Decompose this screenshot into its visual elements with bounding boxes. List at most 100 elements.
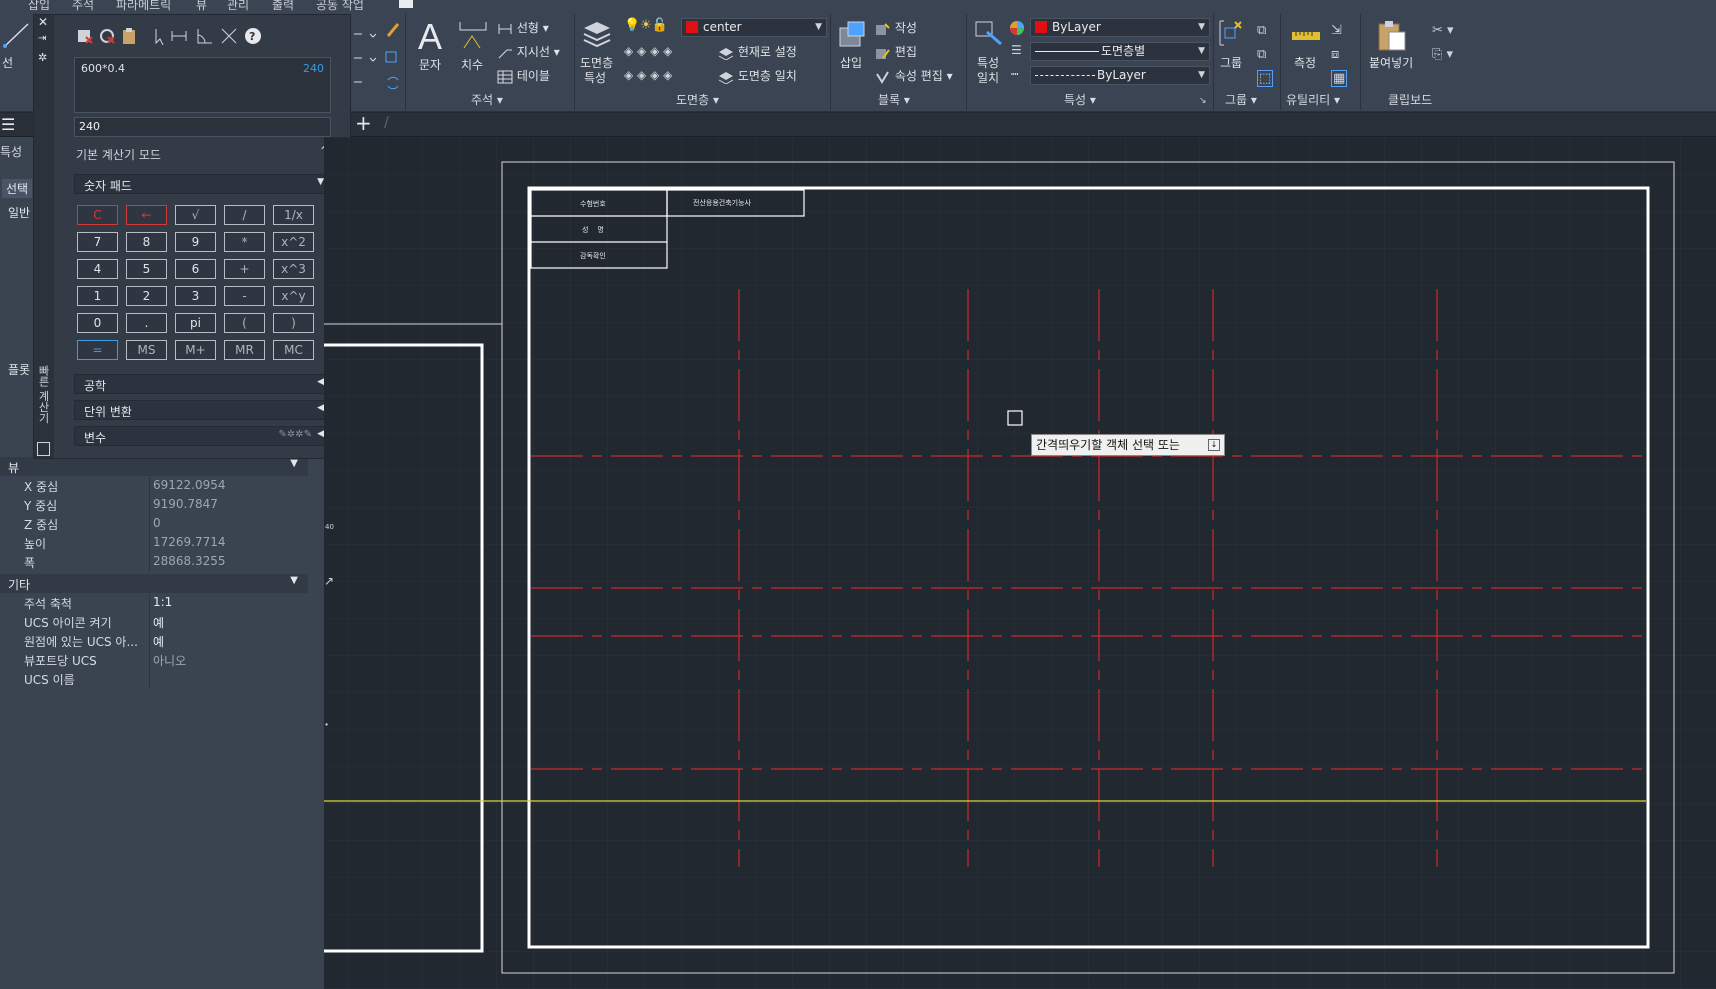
distance-icon[interactable] (171, 31, 187, 41)
intersection-icon[interactable] (221, 28, 237, 44)
paste-value-icon[interactable] (123, 28, 135, 44)
layer-tools-row1-icons[interactable]: ◈ ◈ ◈ ◈ (624, 44, 672, 58)
menu-view[interactable]: 뷰 (196, 0, 207, 12)
clipboard-panel-title[interactable]: 클립보드 (1388, 91, 1432, 108)
numpad-section-header[interactable]: 숫자 패드 ▼ (74, 174, 331, 194)
new-tab-plus-icon[interactable]: + (355, 111, 372, 135)
calc-button-8[interactable]: 8 (126, 232, 167, 252)
calc-button-clear[interactable]: C (77, 205, 118, 225)
calc-button-close-paren[interactable]: ) (273, 313, 314, 333)
insert-block-icon[interactable] (836, 18, 870, 50)
misc-row-ucs-per-viewport[interactable]: 뷰포트당 UCS 아니오 (0, 651, 308, 670)
calc-button-9[interactable]: 9 (175, 232, 216, 252)
calc-button-5[interactable]: 5 (126, 259, 167, 279)
auto-hide-icon[interactable]: ⇥ (38, 33, 46, 44)
paste-button[interactable]: 붙여넣기 (1369, 54, 1413, 71)
properties-panel-title[interactable]: 특성 ▾ (1064, 91, 1096, 108)
calculator-input[interactable]: 240 (74, 117, 331, 137)
calc-button-backspace[interactable]: ← (126, 205, 167, 225)
text-icon[interactable]: A (418, 16, 442, 58)
leader-button[interactable]: 지시선 ▾ (497, 43, 560, 60)
line-button-label[interactable]: 선 (2, 54, 13, 71)
layer-state-icons[interactable]: 💡☀🔓 (624, 18, 668, 33)
calc-button-4[interactable]: 4 (77, 259, 118, 279)
misc-row-ucs-icon-on[interactable]: UCS 아이콘 켜기 예 (0, 613, 308, 632)
angle-icon[interactable] (197, 29, 212, 44)
match-properties-l2[interactable]: 일치 (977, 69, 999, 86)
selection-dropdown[interactable]: 선택 (2, 179, 33, 198)
menu-parametric[interactable]: 파라메트릭 (116, 0, 171, 12)
linear-dimension-button[interactable]: 선형 ▾ (497, 19, 549, 36)
create-block-button[interactable]: 작성 (875, 19, 917, 36)
properties-launcher-icon[interactable]: ↘ (1199, 96, 1207, 106)
calc-button-plus[interactable]: + (224, 259, 265, 279)
layer-dropdown[interactable]: center ▼ (681, 18, 827, 37)
layer-properties-l2[interactable]: 특성 (584, 69, 606, 86)
tooltip-options-icon[interactable]: ↓ (1208, 439, 1220, 451)
group-tools-icons[interactable]: ⧉ ⧉ ⬚ (1257, 19, 1274, 91)
calc-button-minus[interactable]: - (224, 286, 265, 306)
measure-icon[interactable] (1290, 24, 1322, 48)
edit-block-button[interactable]: 편집 (875, 43, 917, 60)
help-icon[interactable]: ? (245, 28, 261, 44)
units-section-header[interactable]: 단위 변환 ◀ (74, 400, 331, 420)
dimension-icon[interactable] (456, 18, 492, 54)
calc-button-multiply[interactable]: * (224, 232, 265, 252)
calc-button-memory-recall[interactable]: MR (224, 340, 265, 360)
calculator-tab-icon[interactable] (37, 442, 50, 456)
menu-annotate[interactable]: 주석 (72, 0, 94, 12)
calc-button-reciprocal[interactable]: 1/x (273, 205, 314, 225)
misc-row-ucs-name[interactable]: UCS 이름 (0, 670, 308, 689)
menu-output[interactable]: 출력 (272, 0, 294, 12)
paste-icon[interactable] (1375, 18, 1409, 52)
clipboard-tools-icons[interactable]: ✂ ▾ ⎘ ▾ (1432, 19, 1454, 67)
dimension-button[interactable]: 치수 (461, 56, 483, 73)
menu-collaborate[interactable]: 공동 작업 (316, 0, 364, 12)
calc-button-power[interactable]: x^y (273, 286, 314, 306)
clear-history-icon[interactable] (100, 29, 115, 44)
linetype-dropdown[interactable]: ByLayer ▼ (1030, 66, 1210, 85)
drawing-svg[interactable]: 40 ↗ ∙ 수험번호 전산응용건축기능사 성 명 감독확인 (324, 137, 1716, 989)
make-current-button[interactable]: 현재로 설정 (718, 43, 797, 60)
block-panel-title[interactable]: 블록 ▾ (878, 91, 910, 108)
text-button[interactable]: 문자 (419, 56, 441, 73)
calc-button-3[interactable]: 3 (175, 286, 216, 306)
calc-button-pi[interactable]: pi (175, 313, 216, 333)
layer-properties-icon[interactable] (580, 18, 614, 48)
calc-button-sqrt[interactable]: √ (175, 205, 216, 225)
plot-header[interactable]: 플롯 (8, 361, 30, 378)
variables-section-header[interactable]: 변수 ✎✲✲✎ ◀ (74, 426, 331, 446)
calc-button-square[interactable]: x^2 (273, 232, 314, 252)
calculator-history[interactable]: 600*0.4 240 (74, 57, 331, 113)
view-section-header[interactable]: 뷰 ▼ (0, 457, 308, 476)
utility-tools-icons[interactable]: ⇲ ⧈ ▦ (1331, 19, 1348, 91)
match-layer-button[interactable]: 도면층 일치 (718, 67, 797, 84)
drawing-canvas[interactable]: 40 ↗ ∙ 수험번호 전산응용건축기능사 성 명 감독확인 (324, 137, 1716, 989)
calc-button-6[interactable]: 6 (175, 259, 216, 279)
close-icon[interactable]: ✕ (38, 15, 48, 29)
misc-row-ucs-at-origin[interactable]: 원점에 있는 UCS 아... 예 (0, 632, 308, 651)
lineweight-dropdown[interactable]: 도면층별 ▼ (1030, 42, 1210, 61)
annotation-panel-title[interactable]: 주석 ▾ (471, 91, 503, 108)
measure-button[interactable]: 측정 (1294, 54, 1316, 71)
layers-panel-title[interactable]: 도면층 ▾ (676, 91, 719, 108)
calc-button-7[interactable]: 7 (77, 232, 118, 252)
layer-tools-row2-icons[interactable]: ◈ ◈ ◈ ◈ (624, 68, 672, 82)
modify-tools-icon[interactable] (352, 18, 402, 98)
get-coordinates-icon[interactable] (155, 29, 164, 46)
utilities-panel-title[interactable]: 유틸리티 ▾ (1286, 91, 1340, 108)
calc-button-memory-store[interactable]: MS (126, 340, 167, 360)
calc-button-memory-add[interactable]: M+ (175, 340, 216, 360)
edit-attributes-button[interactable]: 속성 편집 ▾ (875, 67, 953, 84)
misc-section-header[interactable]: 기타 ▼ (0, 574, 308, 593)
misc-row-annotation-scale[interactable]: 주석 축척 1:1 (0, 594, 308, 613)
calc-button-decimal[interactable]: . (126, 313, 167, 333)
table-button[interactable]: 테이블 (497, 67, 550, 84)
scientific-section-header[interactable]: 공학 ◀ (74, 374, 331, 394)
match-properties-icon[interactable] (973, 18, 1007, 48)
calc-button-0[interactable]: 0 (77, 313, 118, 333)
hamburger-menu-icon[interactable]: ☰ (1, 115, 15, 134)
variable-tools-icons[interactable]: ✎✲✲✎ (278, 429, 312, 440)
calc-button-divide[interactable]: / (224, 205, 265, 225)
workspace-icon[interactable] (399, 0, 413, 8)
